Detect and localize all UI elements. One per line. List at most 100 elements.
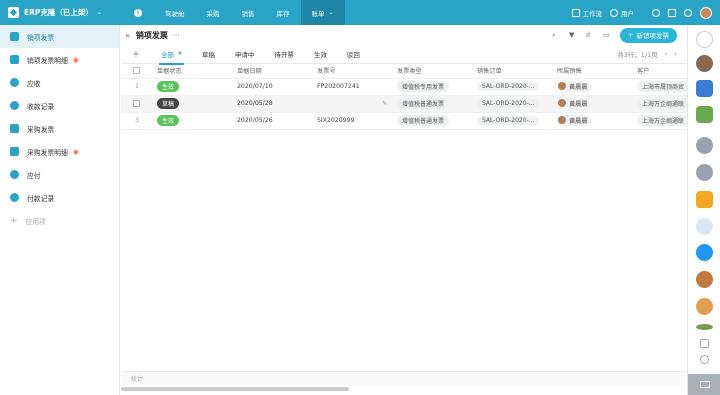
add-contact-icon[interactable] (700, 355, 709, 364)
invoice-icon (10, 32, 19, 41)
salesperson-cell: 黄晨晨 (553, 112, 633, 130)
more-icon[interactable]: ⋯ (173, 31, 180, 39)
avatar (558, 99, 566, 108)
salesperson-chip[interactable]: 黄晨晨 (557, 114, 592, 126)
contact-avatar[interactable] (696, 298, 713, 315)
customer-cell: 上海市晟顶商贸 (633, 78, 687, 96)
contact-avatar[interactable] (696, 324, 713, 330)
salesperson-chip[interactable]: 黄晨晨 (557, 80, 592, 92)
salesperson-chip[interactable]: 黄晨晨 (557, 97, 592, 109)
add-view-icon[interactable]: + (121, 49, 151, 60)
nav-sales[interactable]: 销售 (231, 0, 266, 25)
tab-pending[interactable]: 待开票 (264, 45, 304, 64)
coin-icon (10, 193, 19, 202)
grid-app-icon[interactable] (696, 191, 713, 208)
sales-order-tag[interactable]: SAL-ORD-2020-... (477, 116, 540, 125)
sidebar-item-receipt-records[interactable]: 收款记录 (0, 94, 119, 117)
sidebar-item-payment-records[interactable]: 付款记录 (0, 186, 119, 209)
app-avatar[interactable] (696, 55, 713, 72)
tab-rejected[interactable]: 驳回 (337, 45, 370, 64)
new-sales-invoice-button[interactable]: + 新销项发票 (620, 27, 677, 43)
right-rail (687, 25, 720, 395)
rail-bottom-button[interactable] (688, 374, 720, 395)
sales-order-tag[interactable]: SAL-ORD-2020-... (477, 82, 540, 91)
tab-effective[interactable]: 生效 (304, 45, 337, 64)
briefcase-icon[interactable] (696, 137, 713, 154)
filter-icon[interactable]: ▼ (569, 31, 577, 39)
status-badge: 草稿 (157, 98, 180, 109)
checkbox[interactable] (133, 99, 140, 107)
column-header[interactable]: 发票类型 (393, 64, 473, 79)
select-all-checkbox[interactable] (121, 64, 153, 79)
invoice-no-cell[interactable]: ✎ (313, 95, 393, 113)
notification-icon[interactable] (696, 164, 713, 181)
tab-label: 全部 (161, 51, 174, 59)
column-header[interactable]: 发票号 (313, 64, 393, 79)
row-checkbox-cell[interactable] (121, 95, 153, 113)
search-icon[interactable]: ⌕ (552, 31, 560, 39)
workflow-link[interactable]: 工作流 (571, 8, 602, 18)
tab-all[interactable]: 全部 ▼ (151, 45, 192, 65)
nav-purchase[interactable]: 采购 (196, 0, 231, 25)
checkbox[interactable] (133, 67, 140, 74)
type-cell: 增值税专用发票 (393, 78, 473, 96)
tab-draft[interactable]: 草稿 (192, 45, 225, 64)
next-page-icon[interactable]: › (674, 50, 677, 58)
prev-page-icon[interactable]: ‹ (665, 50, 668, 58)
sidebar-item-label: 采购发票明细 (27, 148, 68, 157)
invoice-icon (10, 124, 19, 133)
nav-billing[interactable]: 账单 ⌄ (300, 0, 345, 25)
help-icon[interactable] (684, 8, 692, 17)
app-switcher[interactable]: ERP克隆（已上架） ⌄ (0, 7, 132, 18)
workflow-icon (571, 8, 580, 17)
sidebar-item-sales-invoice[interactable]: 销项发票 (0, 25, 119, 48)
users-link[interactable]: 用户 (610, 8, 634, 18)
horizontal-scrollbar[interactable] (121, 387, 349, 391)
sidebar-item-purchase-invoice-detail[interactable]: 采购发票明细 ◉ (0, 140, 119, 163)
stats-icon[interactable]: ıl (586, 31, 594, 39)
customer-tag[interactable]: 上海万企纲通联 (637, 115, 687, 126)
dashboard-icon[interactable] (668, 8, 676, 17)
customer-tag[interactable]: 上海万企纲通联 (637, 98, 687, 109)
table-row[interactable]: 3 生效 2020/05/26 SIX2020999 增值税普通发票 SAL-O… (121, 112, 687, 130)
sidebar-item-payable[interactable]: 应付 (0, 163, 119, 186)
customer-tag[interactable]: 上海市晟顶商贸 (637, 81, 687, 92)
column-header[interactable]: 所属销售 (553, 64, 633, 79)
comment-icon[interactable]: ▭ (603, 31, 611, 39)
column-header[interactable]: 单据状态 (153, 64, 233, 79)
contacts-icon[interactable] (700, 339, 709, 348)
row-number: 1 (121, 78, 153, 96)
main-content: « 销项发票 ⋯ ⌕ ▼ ıl ▭ + 新销项发票 + 全部 ▼ 草稿 申请中 待开… (121, 25, 687, 395)
contact-avatar[interactable] (696, 271, 713, 288)
column-header[interactable]: 单据日期 (233, 64, 313, 79)
column-header[interactable]: 销售订单 (473, 64, 553, 79)
pencil-icon[interactable]: ✎ (382, 100, 387, 107)
nav-cockpit[interactable]: 驾驶舱 (154, 0, 196, 25)
app-icon-map[interactable] (696, 106, 713, 123)
piggy-bank-icon (10, 78, 19, 87)
eye-off-icon: ◉ (72, 55, 79, 64)
table-row[interactable]: 草稿 2020/05/28 ✎ 增值税普通发票 SAL-ORD-2020-...… (121, 95, 687, 113)
column-header[interactable]: 客户 (633, 64, 687, 79)
view-tabs: + 全部 ▼ 草稿 申请中 待开票 生效 驳回 共3行，1/1页 ‹ › (121, 45, 687, 65)
table-row[interactable]: 1 生效 2020/07/10 FP202007241 增值税专用发票 SAL-… (121, 78, 687, 96)
collapse-sidebar-icon[interactable]: « (125, 31, 130, 40)
app-icon-blue[interactable] (696, 80, 713, 97)
contact-avatar[interactable] (696, 218, 713, 235)
tab-applying[interactable]: 申请中 (225, 45, 265, 64)
sidebar-item-receivable[interactable]: 应收 (0, 71, 119, 94)
bell-icon[interactable] (696, 31, 713, 48)
search-icon[interactable] (652, 8, 660, 17)
date-cell: 2020/05/26 (233, 112, 313, 130)
nav-inventory[interactable]: 库存 (266, 0, 301, 25)
date-cell: 2020/07/10 (233, 78, 313, 96)
sidebar-item-sales-invoice-detail[interactable]: 销项发票明细 ◉ (0, 48, 119, 71)
sidebar-item-purchase-invoice[interactable]: 采购发票 (0, 117, 119, 140)
add-app-item-button[interactable]: + 应用项 (0, 209, 119, 232)
sales-order-tag[interactable]: SAL-ORD-2020-... (477, 99, 540, 108)
sidebar-item-label: 应付 (27, 171, 41, 180)
avatar[interactable] (700, 6, 712, 19)
chat-icon[interactable] (696, 244, 713, 261)
info-icon[interactable]: i (134, 8, 142, 17)
table-header-row: 单据状态 单据日期 发票号 发票类型 销售订单 所属销售 客户 (121, 64, 687, 79)
